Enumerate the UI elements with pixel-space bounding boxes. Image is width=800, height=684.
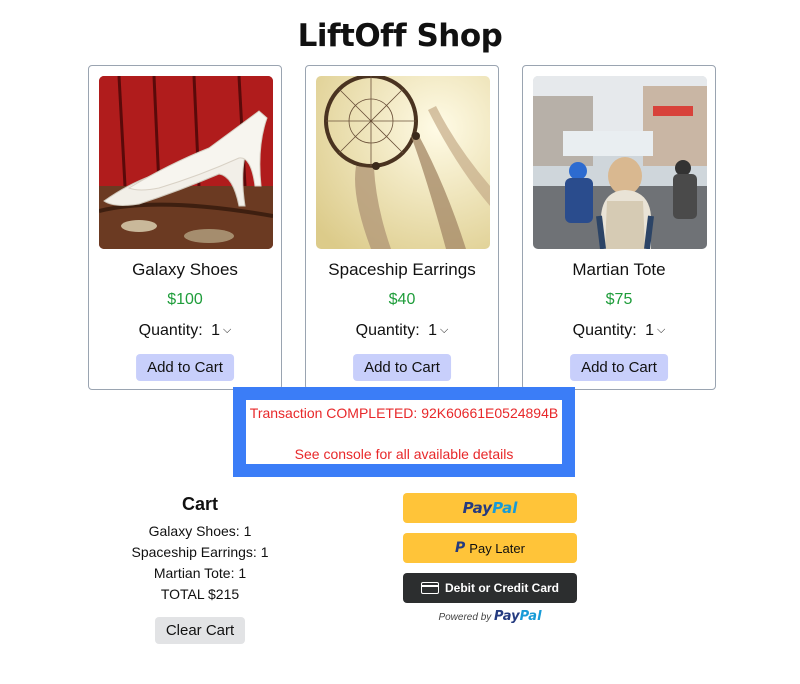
product-price: $40 (388, 291, 416, 308)
console-hint-text: See console for all available details (294, 446, 514, 462)
quantity-row: Quantity: 1 ⌵ (523, 322, 715, 340)
cart-line-item: Galaxy Shoes: 1 (148, 523, 252, 539)
paypal-logo: PayPal (462, 499, 518, 517)
transaction-notice: Transaction COMPLETED: 92K60661E0524894B… (233, 387, 575, 477)
pay-later-label: Pay Later (469, 540, 525, 556)
chevron-down-icon: ⌵ (440, 324, 449, 336)
product-price: $100 (167, 291, 203, 308)
product-card-spaceship-earrings: Spaceship Earrings $40 Quantity: 1 ⌵ Add … (305, 65, 499, 390)
paypal-logo: PayPal (494, 609, 542, 624)
quantity-label: Quantity: (572, 322, 637, 339)
powered-by-paypal: Powered by PayPal (403, 609, 577, 624)
product-name: Galaxy Shoes (132, 260, 238, 279)
cart-line-item: Martian Tote: 1 (153, 565, 247, 581)
product-image-earrings (316, 76, 490, 249)
add-to-cart-button[interactable]: Add to Cart (353, 354, 451, 381)
debit-credit-card-button[interactable]: Debit or Credit Card (403, 573, 577, 603)
product-image-shoes (99, 76, 273, 249)
cart-line-item: Spaceship Earrings: 1 (131, 544, 269, 560)
transaction-id-text: Transaction COMPLETED: 92K60661E0524894B (249, 405, 559, 421)
product-name: Spaceship Earrings (328, 260, 476, 279)
chevron-down-icon: ⌵ (223, 324, 232, 336)
cart-title: Cart (181, 494, 218, 514)
paypal-button[interactable]: PayPal (403, 493, 577, 523)
product-image-tote (533, 76, 707, 249)
transaction-notice-body: Transaction COMPLETED: 92K60661E0524894B… (246, 400, 562, 464)
quantity-label: Quantity: (138, 322, 203, 339)
add-to-cart-button[interactable]: Add to Cart (136, 354, 234, 381)
product-card-galaxy-shoes: Galaxy Shoes $100 Quantity: 1 ⌵ Add to Ca… (88, 65, 282, 390)
quantity-value: 1 (211, 322, 221, 339)
chevron-down-icon: ⌵ (657, 324, 666, 336)
add-to-cart-button[interactable]: Add to Cart (570, 354, 668, 381)
page-title: LiftOff Shop (297, 18, 503, 54)
cart-total: TOTAL $215 (160, 586, 240, 602)
card-button-label: Debit or Credit Card (444, 581, 559, 595)
pay-later-button[interactable]: P Pay Later (403, 533, 577, 563)
cart-summary: Cart Galaxy Shoes: 1 Spaceship Earrings:… (100, 494, 300, 644)
quantity-value: 1 (645, 322, 655, 339)
credit-card-icon (420, 582, 439, 594)
quantity-label: Quantity: (355, 322, 420, 339)
clear-cart-button[interactable]: Clear Cart (154, 617, 246, 644)
product-card-martian-tote: Martian Tote $75 Quantity: 1 ⌵ Add to Car… (522, 65, 716, 390)
paypal-p-icon: P (455, 540, 466, 556)
product-name: Martian Tote (572, 260, 666, 279)
quantity-value: 1 (428, 322, 438, 339)
quantity-select[interactable]: 1 ⌵ (645, 322, 665, 340)
powered-by-text: Powered by (438, 612, 492, 623)
quantity-select[interactable]: 1 ⌵ (428, 322, 448, 340)
product-price: $75 (605, 291, 633, 308)
quantity-row: Quantity: 1 ⌵ (89, 322, 281, 340)
quantity-row: Quantity: 1 ⌵ (306, 322, 498, 340)
quantity-select[interactable]: 1 ⌵ (211, 322, 231, 340)
